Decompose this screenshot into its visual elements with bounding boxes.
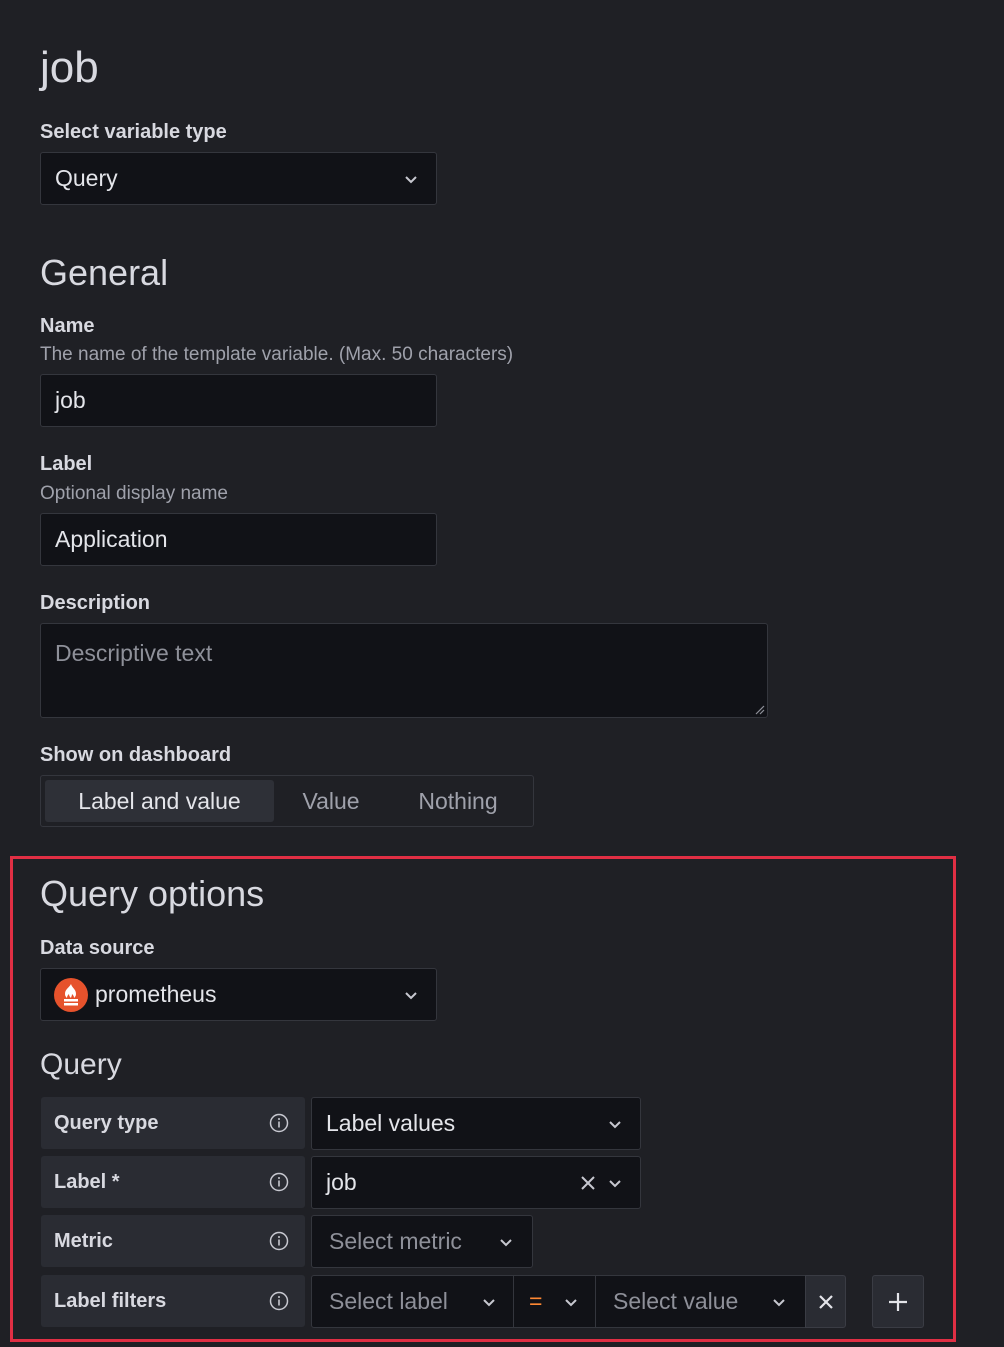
metric-label-text: Metric	[54, 1230, 113, 1252]
metric-placeholder: Select metric	[329, 1228, 462, 1254]
variable-type-label: Select variable type	[40, 121, 227, 143]
add-filter-button[interactable]	[872, 1275, 924, 1328]
label-label: Label	[40, 453, 93, 475]
label-description: Optional display name	[40, 483, 228, 504]
chevron-down-icon	[405, 176, 417, 184]
label-filters-label: Label filters	[41, 1275, 305, 1327]
general-heading: General	[40, 252, 169, 293]
chevron-down-icon	[609, 1180, 621, 1188]
query-type-value: Label values	[326, 1110, 456, 1136]
query-heading: Query	[40, 1048, 122, 1081]
info-icon[interactable]	[269, 1172, 289, 1192]
radio-label-and-value[interactable]: Label and value	[45, 780, 274, 822]
filter-value-placeholder: Select value	[613, 1288, 739, 1314]
filter-operator-select[interactable]: =	[513, 1275, 596, 1328]
name-input-value: job	[55, 387, 86, 413]
label-field-value: job	[326, 1169, 357, 1195]
filter-value-select[interactable]: Select value	[595, 1275, 806, 1328]
label-input-value: Application	[55, 526, 168, 552]
metric-label: Metric	[41, 1215, 305, 1267]
clear-icon[interactable]	[576, 1171, 600, 1195]
filter-label-placeholder: Select label	[329, 1288, 448, 1314]
label-filters-label-text: Label filters	[54, 1290, 167, 1312]
metric-select[interactable]: Select metric	[311, 1215, 533, 1268]
chevron-down-icon	[405, 992, 417, 1000]
radio-value[interactable]: Value	[281, 780, 381, 822]
radio-nothing[interactable]: Nothing	[393, 780, 523, 822]
name-label: Name	[40, 315, 95, 337]
filter-operator-value: =	[529, 1288, 543, 1314]
info-icon[interactable]	[269, 1291, 289, 1311]
label-field-select[interactable]: job	[311, 1156, 641, 1209]
description-label: Description	[40, 592, 151, 614]
chevron-down-icon	[565, 1299, 577, 1307]
query-type-label: Query type	[41, 1097, 305, 1149]
query-type-label-text: Query type	[54, 1112, 159, 1134]
query-type-select[interactable]: Label values	[311, 1097, 641, 1150]
show-on-dashboard-radio-group: Label and value Value Nothing	[40, 775, 534, 827]
label-input[interactable]: Application	[40, 513, 437, 566]
data-source-value: prometheus	[95, 981, 217, 1007]
plus-icon	[889, 1293, 907, 1311]
query-options-heading: Query options	[40, 873, 265, 914]
description-placeholder: Descriptive text	[55, 640, 213, 666]
label-field-label: Label *	[41, 1156, 305, 1208]
chevron-down-icon	[609, 1121, 621, 1129]
info-icon[interactable]	[269, 1113, 289, 1133]
remove-filter-button[interactable]	[805, 1275, 846, 1328]
chevron-down-icon	[483, 1299, 495, 1307]
resize-handle-icon[interactable]	[755, 705, 765, 715]
data-source-label: Data source	[40, 937, 155, 959]
chevron-down-icon	[773, 1299, 785, 1307]
name-input[interactable]: job	[40, 374, 437, 427]
name-description: The name of the template variable. (Max.…	[40, 344, 514, 365]
info-icon[interactable]	[269, 1231, 289, 1251]
description-textarea[interactable]: Descriptive text	[40, 623, 768, 718]
show-on-dashboard-label: Show on dashboard	[40, 744, 232, 766]
label-field-label-text: Label *	[54, 1171, 120, 1193]
close-icon	[819, 1295, 833, 1309]
variable-type-value: Query	[55, 165, 118, 191]
prometheus-icon	[54, 978, 88, 1012]
page-title: job	[40, 43, 99, 92]
data-source-select[interactable]: prometheus	[40, 968, 437, 1021]
variable-type-select[interactable]: Query	[40, 152, 437, 205]
filter-label-select[interactable]: Select label	[311, 1275, 514, 1328]
chevron-down-icon	[500, 1239, 512, 1247]
